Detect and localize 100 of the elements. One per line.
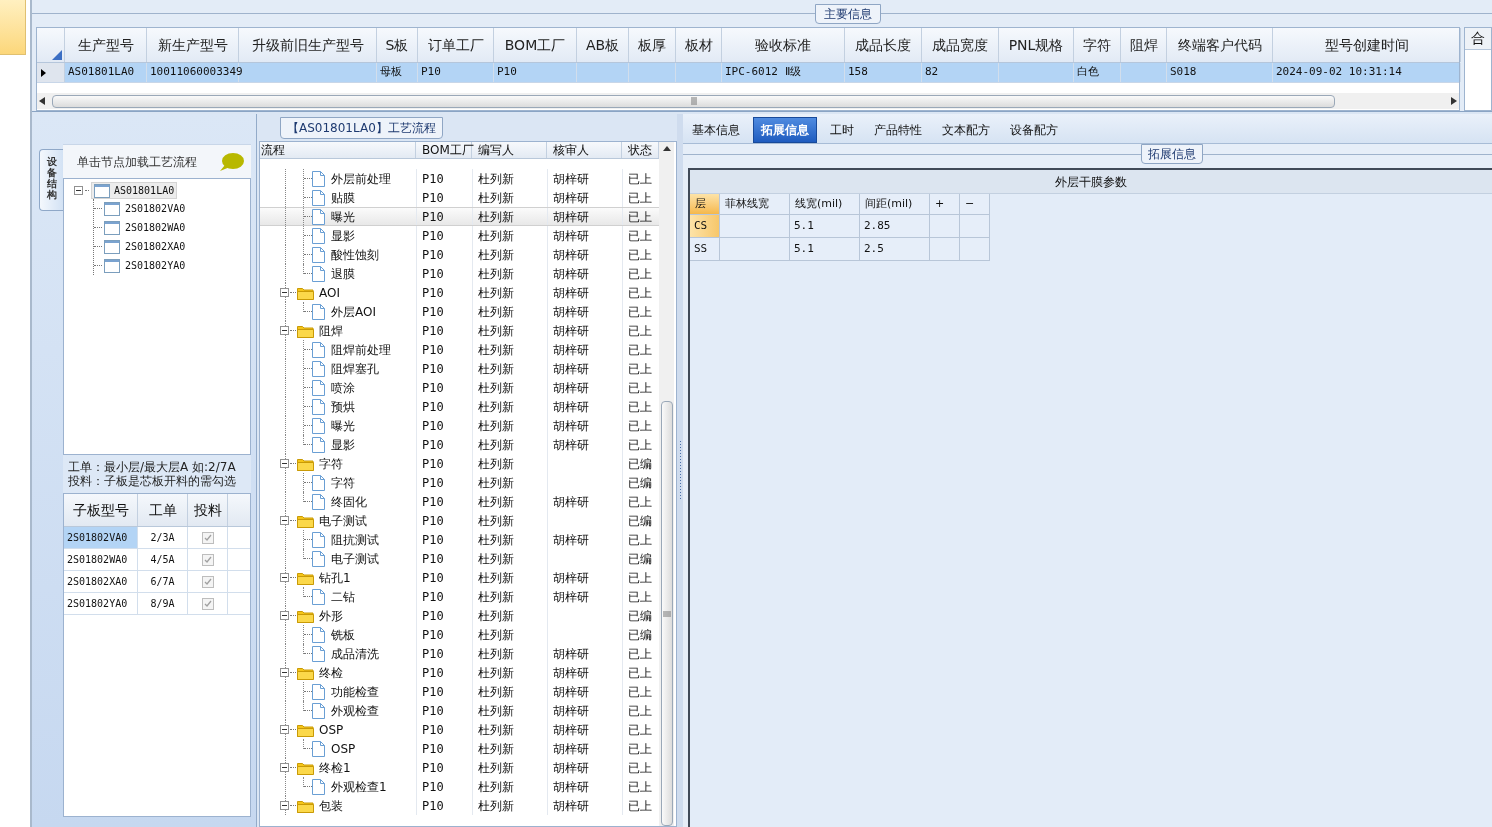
column-header[interactable]: 投料 [188,494,228,526]
tree-row[interactable]: 电子测试 P10 杜列新 已编 [260,549,659,568]
tree-row[interactable]: 字符 P10 杜列新 已编 [260,454,659,473]
column-header[interactable]: + [930,194,960,215]
tree-row[interactable]: 阻焊 P10 杜列新 胡梓研 已上 [260,321,659,340]
checkbox[interactable] [201,531,214,544]
collapse-icon[interactable] [280,288,289,297]
table-cell[interactable] [960,215,990,238]
tree-row[interactable]: 终检 P10 杜列新 胡梓研 已上 [260,663,659,682]
collapse-icon[interactable] [280,573,289,582]
column-header[interactable]: AB板 [577,28,629,62]
table-cell[interactable]: 5.1 [790,238,860,261]
column-header[interactable]: 阻焊 [1121,28,1167,62]
column-header[interactable]: 终端客户代码 [1167,28,1273,62]
collapse-icon[interactable] [74,186,83,195]
table-cell[interactable]: CS [690,215,720,238]
column-header[interactable]: 验收标准 [722,28,845,62]
tree-node[interactable]: 2S01802VA0 [102,201,188,216]
table-row[interactable]: 2S01802WA0 4/5A [64,549,250,571]
column-header[interactable]: BOM工厂 [494,28,577,62]
vertical-scrollbar[interactable] [659,142,674,826]
tree-row[interactable]: 预烘 P10 杜列新 胡梓研 已上 [260,397,659,416]
checkbox[interactable] [201,553,214,566]
tree-row[interactable]: 终固化 P10 杜列新 胡梓研 已上 [260,492,659,511]
tree-node[interactable]: 2S01802YA0 [102,258,188,273]
table-row[interactable]: AS01801LA0 10011060003349 母板 P10 P10 IPC-6012 Ⅱ级 158 82 白色 S018 2024-09-02 10:31:14 [37,63,1459,83]
collapse-icon[interactable] [280,326,289,335]
collapse-icon[interactable] [280,801,289,810]
tree-node[interactable]: 2S01802WA0 [102,220,188,235]
table-cell[interactable] [960,238,990,261]
tree-row[interactable]: OSP P10 杜列新 胡梓研 已上 [260,720,659,739]
table-cell[interactable] [720,238,790,261]
tree-row[interactable]: 外层前处理 P10 杜列新 胡梓研 已上 [260,169,659,188]
tree-row[interactable]: 外层AOI P10 杜列新 胡梓研 已上 [260,302,659,321]
column-header[interactable]: PNL规格 [999,28,1074,62]
column-header[interactable]: 生产型号 [65,28,147,62]
tab[interactable]: 产品特性 [867,117,929,143]
table-cell[interactable]: SS [690,238,720,261]
table-cell[interactable] [930,238,960,261]
tree-row[interactable]: 退膜 P10 杜列新 胡梓研 已上 [260,264,659,283]
tree-row[interactable]: 成品清洗 P10 杜列新 胡梓研 已上 [260,644,659,663]
scroll-up-icon[interactable] [662,146,671,151]
column-header[interactable]: 字符 [1074,28,1121,62]
tree-row[interactable]: 阻焊塞孔 P10 杜列新 胡梓研 已上 [260,359,659,378]
tree-row[interactable]: 包装 P10 杜列新 胡梓研 已上 [260,796,659,815]
tree-row[interactable]: 外形 P10 杜列新 已编 [260,606,659,625]
collapse-icon[interactable] [280,611,289,620]
tree-row[interactable]: 钻孔1 P10 杜列新 胡梓研 已上 [260,568,659,587]
table-row[interactable]: 2S01802YA0 8/9A [64,593,250,615]
column-header[interactable]: 线宽(mil) [790,194,860,215]
tree-node[interactable]: 2S01802XA0 [102,239,188,254]
tree-row[interactable]: 字符 P10 杜列新 已编 [260,473,659,492]
column-header[interactable]: 间距(mil) [860,194,930,215]
column-header[interactable]: BOM工厂 [416,142,472,158]
tree-row[interactable]: 功能检查 P10 杜列新 胡梓研 已上 [260,682,659,701]
tab[interactable]: 文本配方 [935,117,997,143]
scroll-left-icon[interactable] [39,97,45,105]
table-cell[interactable] [930,215,960,238]
tree-row[interactable]: 酸性蚀刻 P10 杜列新 胡梓研 已上 [260,245,659,264]
checkbox[interactable] [201,575,214,588]
table-cell[interactable]: 2.5 [860,238,930,261]
column-header[interactable]: 菲林线宽 [720,194,790,215]
table-row[interactable]: 2S01802XA0 6/7A [64,571,250,593]
tab[interactable]: 基本信息 [685,117,747,143]
collapse-icon[interactable] [280,459,289,468]
column-header[interactable]: 新生产型号 [147,28,239,62]
tree-row[interactable]: 铣板 P10 杜列新 已编 [260,625,659,644]
tab[interactable]: 工时 [823,117,861,143]
table-row[interactable]: 2S01802VA0 2/3A [64,527,250,549]
tree-row[interactable]: 电子测试 P10 杜列新 已编 [260,511,659,530]
column-header[interactable]: 流程 [260,142,416,158]
tree-row[interactable]: 阻焊前处理 P10 杜列新 胡梓研 已上 [260,340,659,359]
horizontal-scrollbar[interactable] [37,93,1459,109]
table-cell[interactable] [720,215,790,238]
tree-row[interactable]: 显影 P10 杜列新 胡梓研 已上 [260,435,659,454]
column-header[interactable]: 板材 [676,28,722,62]
tab[interactable]: 拓展信息 [753,117,817,143]
tree-row[interactable]: 阻抗测试 P10 杜列新 胡梓研 已上 [260,530,659,549]
collapse-icon[interactable] [280,516,289,525]
column-header[interactable]: 成品长度 [845,28,922,62]
table-cell[interactable]: 5.1 [790,215,860,238]
column-header[interactable]: 层 [690,194,720,215]
column-header[interactable]: 成品宽度 [922,28,999,62]
column-header[interactable]: 升级前旧生产型号 [239,28,377,62]
column-header[interactable]: 板厚 [629,28,676,62]
scroll-right-icon[interactable] [1451,97,1457,105]
collapse-icon[interactable] [280,763,289,772]
column-header[interactable]: − [960,194,990,215]
tree-row[interactable]: 喷涂 P10 杜列新 胡梓研 已上 [260,378,659,397]
column-header[interactable]: 工单 [138,494,188,526]
column-header[interactable]: 订单工厂 [418,28,494,62]
checkbox[interactable] [201,597,214,610]
collapse-icon[interactable] [280,725,289,734]
column-header[interactable]: 型号创建时间 [1273,28,1461,62]
tree-row[interactable]: 曝光 P10 杜列新 胡梓研 已上 [260,416,659,435]
tree-row[interactable]: AOI P10 杜列新 胡梓研 已上 [260,283,659,302]
vertical-tab[interactable]: 设备结构 [39,149,63,211]
tree-row[interactable]: 显影 P10 杜列新 胡梓研 已上 [260,226,659,245]
tree-row[interactable]: 外观检查1 P10 杜列新 胡梓研 已上 [260,777,659,796]
tree-row[interactable]: 终检1 P10 杜列新 胡梓研 已上 [260,758,659,777]
